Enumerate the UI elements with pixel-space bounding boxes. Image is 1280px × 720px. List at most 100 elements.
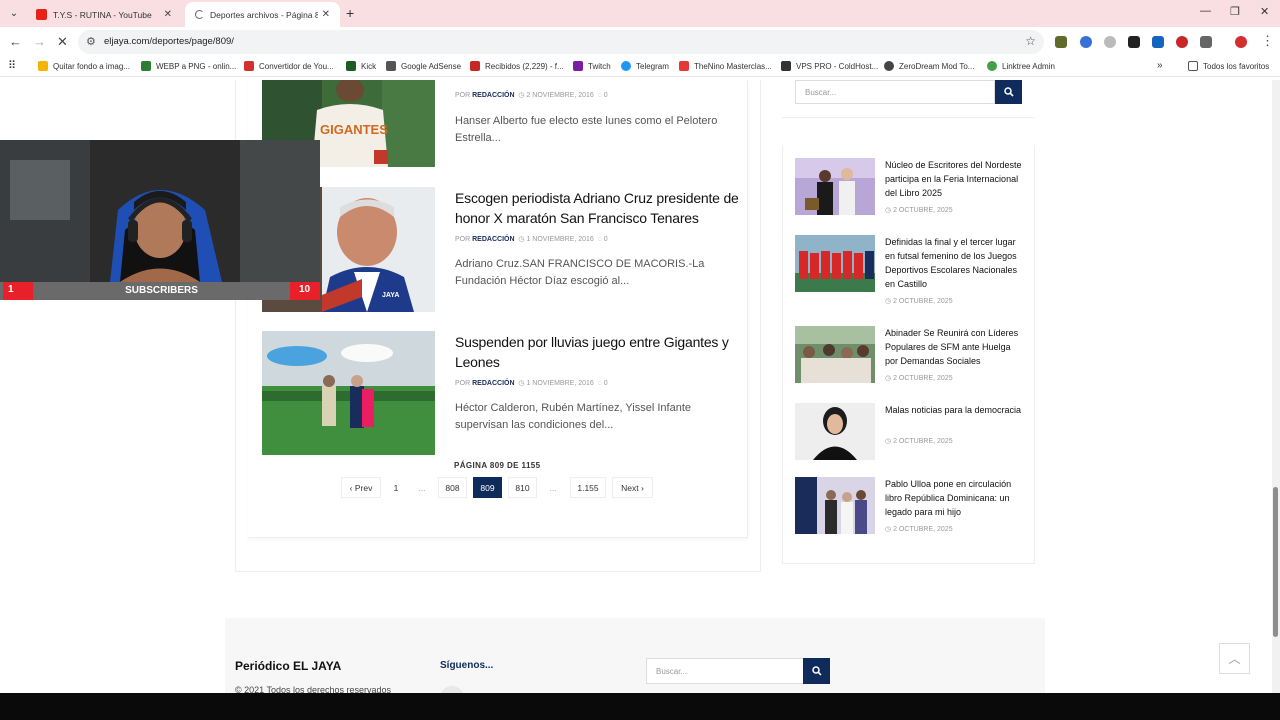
page-link[interactable]: 808 (438, 477, 467, 498)
close-window-icon[interactable]: ✕ (1260, 5, 1269, 18)
article-date: 1 NOVIEMBRE, 2016 (526, 236, 594, 243)
profile-avatar-icon[interactable] (1235, 36, 1247, 48)
tab-search-icon[interactable]: ⌄ (4, 4, 24, 22)
bookmark-item[interactable]: Quitar fondo a imag... (38, 61, 130, 71)
bookmark-item[interactable]: ZeroDream Mod To... (884, 61, 974, 71)
bookmark-item[interactable]: WEBP a PNG - onlin... (141, 61, 236, 71)
search-icon (811, 666, 822, 676)
author-prefix: POR (455, 236, 471, 243)
bookmark-item[interactable]: TheNino Masterclas... (679, 61, 772, 71)
clock-icon: ◷ (885, 438, 892, 445)
webcam-overlay: 1 SUBSCRIBERS 10 (0, 140, 320, 300)
post-date-text: 2 OCTUBRE, 2025 (893, 298, 953, 305)
new-tab-icon[interactable]: + (346, 5, 354, 21)
author-link[interactable]: REDACCIÓN (472, 236, 514, 243)
bookmark-label: TheNino Masterclas... (694, 61, 772, 71)
bookmark-favicon-icon (38, 61, 48, 71)
stop-icon[interactable]: ✕ (57, 34, 68, 50)
post-date-text: 2 OCTUBRE, 2025 (893, 207, 953, 214)
extension-icon[interactable] (1176, 36, 1188, 48)
sidebar-search-input[interactable]: Buscar... (795, 80, 995, 104)
current-page: 809 (473, 477, 502, 498)
more-bookmarks-icon[interactable]: » (1157, 60, 1163, 71)
bookmark-label: Twitch (588, 61, 611, 71)
bookmark-favicon-icon (781, 61, 791, 71)
tab-deportes[interactable]: Deportes archivos - Página 809 ✕ (185, 2, 340, 27)
next-label: Next (621, 482, 639, 493)
youtube-favicon-icon (36, 9, 47, 20)
site-info-icon[interactable]: ⚙ (86, 35, 96, 48)
comment-count[interactable]: 0 (604, 380, 608, 387)
sidebar-divider (782, 117, 1035, 118)
extension-icon[interactable] (1055, 36, 1067, 48)
extension-icon[interactable] (1152, 36, 1164, 48)
menu-icon[interactable]: ⋮ (1261, 33, 1274, 49)
post-thumbnail[interactable] (795, 158, 875, 215)
post-title-link[interactable]: Pablo Ulloa pone en circulación libro Re… (885, 477, 1025, 519)
post-date: ◷ 2 OCTUBRE, 2025 (885, 297, 953, 305)
bookmark-item[interactable]: Recibidos (2,229) - f... (470, 61, 564, 71)
apps-grid-icon[interactable]: ⠿ (8, 59, 16, 72)
url-text: eljaya.com/deportes/page/809/ (104, 36, 234, 47)
bookmark-favicon-icon (386, 61, 396, 71)
bookmark-item[interactable]: Google AdSense (386, 61, 461, 71)
chevron-up-icon: ︿ (1228, 652, 1241, 666)
article-title-link[interactable]: Suspenden por lluvias juego entre Gigant… (455, 332, 745, 372)
page-link[interactable]: 810 (508, 477, 537, 498)
close-tab-icon[interactable]: ✕ (164, 9, 172, 20)
author-link[interactable]: REDACCIÓN (472, 380, 514, 387)
bookmark-favicon-icon (573, 61, 583, 71)
bookmark-item[interactable]: Twitch (573, 61, 611, 71)
post-thumbnail[interactable] (795, 477, 875, 534)
post-title-link[interactable]: Malas noticias para la democracia (885, 403, 1025, 417)
comment-icon: ◌ (597, 380, 602, 387)
post-title-link[interactable]: Abinader Se Reunirá con Líderes Populare… (885, 326, 1025, 368)
article-thumbnail[interactable] (262, 331, 435, 455)
footer-follow-heading: Síguenos... (440, 660, 494, 671)
extension-icon[interactable] (1104, 36, 1116, 48)
bookmark-item[interactable]: Kick (346, 61, 376, 71)
svg-text:JAYA: JAYA (382, 292, 399, 299)
comment-count[interactable]: 0 (604, 92, 608, 99)
post-date: ◷ 2 OCTUBRE, 2025 (885, 437, 953, 445)
bookmark-item[interactable]: Linktree Admin (987, 61, 1055, 71)
extension-icon[interactable] (1080, 36, 1092, 48)
post-thumbnail[interactable] (795, 403, 875, 460)
page-info: PÁGINA 809 DE 1155 (454, 461, 541, 470)
author-link[interactable]: REDACCIÓN (472, 92, 514, 99)
all-bookmarks-folder[interactable]: Todos los favoritos (1188, 61, 1269, 71)
address-bar[interactable]: ⚙ eljaya.com/deportes/page/809/ ☆ (78, 30, 1044, 54)
post-title-link[interactable]: Definidas la final y el tercer lugar en … (885, 235, 1025, 291)
subscriber-label: SUBSCRIBERS (125, 285, 198, 296)
extensions-puzzle-icon[interactable] (1200, 36, 1212, 48)
post-thumbnail[interactable] (795, 235, 875, 292)
next-page-button[interactable]: Next › (612, 477, 653, 498)
bookmark-star-icon[interactable]: ☆ (1025, 34, 1036, 48)
chevron-right-icon: › (638, 482, 644, 493)
bookmark-favicon-icon (244, 61, 254, 71)
forward-icon[interactable]: → (33, 34, 46, 49)
webcam-video (0, 140, 320, 282)
post-thumbnail[interactable] (795, 326, 875, 383)
search-button[interactable] (995, 80, 1022, 104)
page-link[interactable]: 1.155 (570, 477, 606, 498)
close-tab-icon[interactable]: ✕ (322, 9, 330, 20)
restore-icon[interactable]: ❐ (1230, 5, 1240, 18)
footer-search-input[interactable]: Buscar... (646, 658, 804, 684)
scroll-to-top-button[interactable]: ︿ (1219, 643, 1250, 674)
bookmark-item[interactable]: VPS PRO - ColdHost... (781, 61, 878, 71)
footer-search-button[interactable] (803, 658, 830, 684)
bookmark-item[interactable]: Convertidor de You... (244, 61, 334, 71)
page-link[interactable]: 1 (387, 477, 405, 498)
extension-icon[interactable] (1128, 36, 1140, 48)
minimize-icon[interactable]: — (1200, 5, 1211, 17)
article-title-link[interactable]: Escogen periodista Adriano Cruz presiden… (455, 188, 745, 228)
tab-youtube[interactable]: T.Y.S - RUTINA - YouTube ✕ (26, 2, 182, 27)
back-icon[interactable]: ← (9, 34, 22, 49)
clock-icon: ◷ (885, 375, 892, 382)
page-scrollbar-thumb[interactable] (1273, 487, 1278, 637)
bookmark-item[interactable]: Telegram (621, 61, 669, 71)
post-title-link[interactable]: Núcleo de Escritores del Nordeste partic… (885, 158, 1025, 200)
prev-page-button[interactable]: ‹ Prev (341, 477, 381, 498)
comment-count[interactable]: 0 (604, 236, 608, 243)
